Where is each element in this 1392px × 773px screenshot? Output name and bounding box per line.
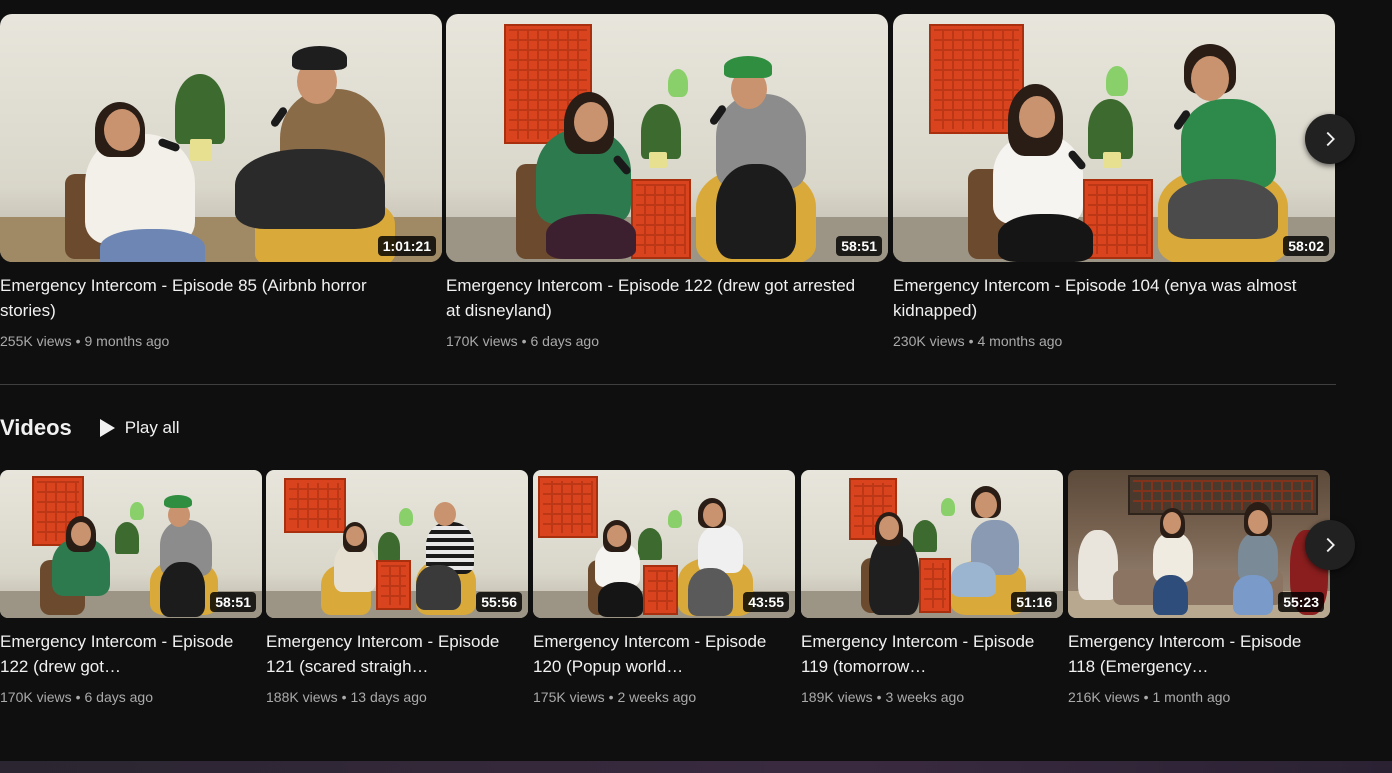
section-divider: [0, 384, 1336, 385]
video-thumbnail[interactable]: 43:55: [533, 470, 795, 618]
meta-separator: •: [75, 689, 81, 705]
video-thumbnail[interactable]: 55:56: [266, 470, 528, 618]
video-meta: 230K views • 4 months ago: [893, 331, 1335, 351]
play-icon: [99, 419, 115, 437]
video-title[interactable]: Emergency Intercom - Episode 85 (Airbnb …: [0, 273, 410, 323]
featured-video-card[interactable]: 1:01:21 Emergency Intercom - Episode 85 …: [0, 14, 442, 351]
video-meta: 189K views • 3 weeks ago: [801, 687, 1063, 707]
chevron-right-icon: [1326, 131, 1335, 147]
video-duration: 55:56: [476, 592, 522, 612]
video-duration: 1:01:21: [377, 236, 436, 256]
meta-separator: •: [75, 333, 81, 349]
chevron-right-icon: [1326, 537, 1335, 553]
taskbar-edge: [0, 761, 1392, 773]
section-title: Videos: [0, 415, 72, 440]
view-count: 175K views: [533, 689, 605, 705]
video-thumbnail[interactable]: 58:51: [0, 470, 262, 618]
upload-age: 9 months ago: [84, 333, 170, 349]
upload-age: 3 weeks ago: [885, 689, 965, 705]
video-meta: 216K views • 1 month ago: [1068, 687, 1330, 707]
upload-age: 4 months ago: [977, 333, 1063, 349]
video-card[interactable]: 43:55 Emergency Intercom - Episode 120 (…: [533, 470, 795, 707]
video-title[interactable]: Emergency Intercom - Episode 121 (scared…: [266, 629, 511, 679]
view-count: 170K views: [446, 333, 518, 349]
video-title[interactable]: Emergency Intercom - Episode 119 (tomorr…: [801, 629, 1046, 679]
channel-page: 1:01:21 Emergency Intercom - Episode 85 …: [0, 0, 1392, 773]
upload-age: 1 month ago: [1152, 689, 1231, 705]
play-all-button[interactable]: Play all: [99, 418, 180, 438]
video-thumbnail[interactable]: 51:16: [801, 470, 1063, 618]
upload-age: 2 weeks ago: [617, 689, 697, 705]
video-duration: 51:16: [1011, 592, 1057, 612]
video-meta: 255K views • 9 months ago: [0, 331, 442, 351]
shelf-next-button[interactable]: [1305, 520, 1355, 570]
video-duration: 58:02: [1283, 236, 1329, 256]
meta-separator: •: [608, 689, 614, 705]
video-title[interactable]: Emergency Intercom - Episode 104 (enya w…: [893, 273, 1303, 323]
video-duration: 58:51: [210, 592, 256, 612]
video-meta: 170K views • 6 days ago: [446, 331, 888, 351]
featured-video-card[interactable]: 58:51 Emergency Intercom - Episode 122 (…: [446, 14, 888, 351]
view-count: 255K views: [0, 333, 72, 349]
video-thumbnail[interactable]: 1:01:21: [0, 14, 442, 262]
video-card[interactable]: 58:51 Emergency Intercom - Episode 122 (…: [0, 470, 262, 707]
video-duration: 58:51: [836, 236, 882, 256]
video-meta: 175K views • 2 weeks ago: [533, 687, 795, 707]
upload-age: 6 days ago: [530, 333, 600, 349]
video-thumbnail[interactable]: 55:23: [1068, 470, 1330, 618]
video-title[interactable]: Emergency Intercom - Episode 122 (drew g…: [0, 629, 245, 679]
video-thumbnail[interactable]: 58:02: [893, 14, 1335, 262]
video-meta: 170K views • 6 days ago: [0, 687, 262, 707]
upload-age: 6 days ago: [84, 689, 154, 705]
meta-separator: •: [876, 689, 882, 705]
video-duration: 55:23: [1278, 592, 1324, 612]
play-all-label: Play all: [124, 418, 180, 437]
view-count: 189K views: [801, 689, 873, 705]
video-duration: 43:55: [743, 592, 789, 612]
featured-shelf: 1:01:21 Emergency Intercom - Episode 85 …: [0, 14, 1336, 364]
featured-video-card[interactable]: 58:02 Emergency Intercom - Episode 104 (…: [893, 14, 1335, 351]
view-count: 216K views: [1068, 689, 1140, 705]
meta-separator: •: [968, 333, 974, 349]
video-title[interactable]: Emergency Intercom - Episode 122 (drew g…: [446, 273, 856, 323]
video-thumbnail[interactable]: 58:51: [446, 14, 888, 262]
videos-section-header: Videos Play all: [0, 410, 180, 446]
upload-age: 13 days ago: [350, 689, 427, 705]
videos-shelf: 58:51 Emergency Intercom - Episode 122 (…: [0, 470, 1336, 730]
view-count: 188K views: [266, 689, 338, 705]
video-title[interactable]: Emergency Intercom - Episode 118 (Emerge…: [1068, 629, 1313, 679]
meta-separator: •: [1143, 689, 1149, 705]
shelf-next-button[interactable]: [1305, 114, 1355, 164]
video-card[interactable]: 55:56 Emergency Intercom - Episode 121 (…: [266, 470, 528, 707]
video-card[interactable]: 55:23 Emergency Intercom - Episode 118 (…: [1068, 470, 1330, 707]
meta-separator: •: [341, 689, 347, 705]
video-card[interactable]: 51:16 Emergency Intercom - Episode 119 (…: [801, 470, 1063, 707]
view-count: 230K views: [893, 333, 965, 349]
view-count: 170K views: [0, 689, 72, 705]
video-meta: 188K views • 13 days ago: [266, 687, 528, 707]
meta-separator: •: [521, 333, 527, 349]
video-title[interactable]: Emergency Intercom - Episode 120 (Popup …: [533, 629, 778, 679]
